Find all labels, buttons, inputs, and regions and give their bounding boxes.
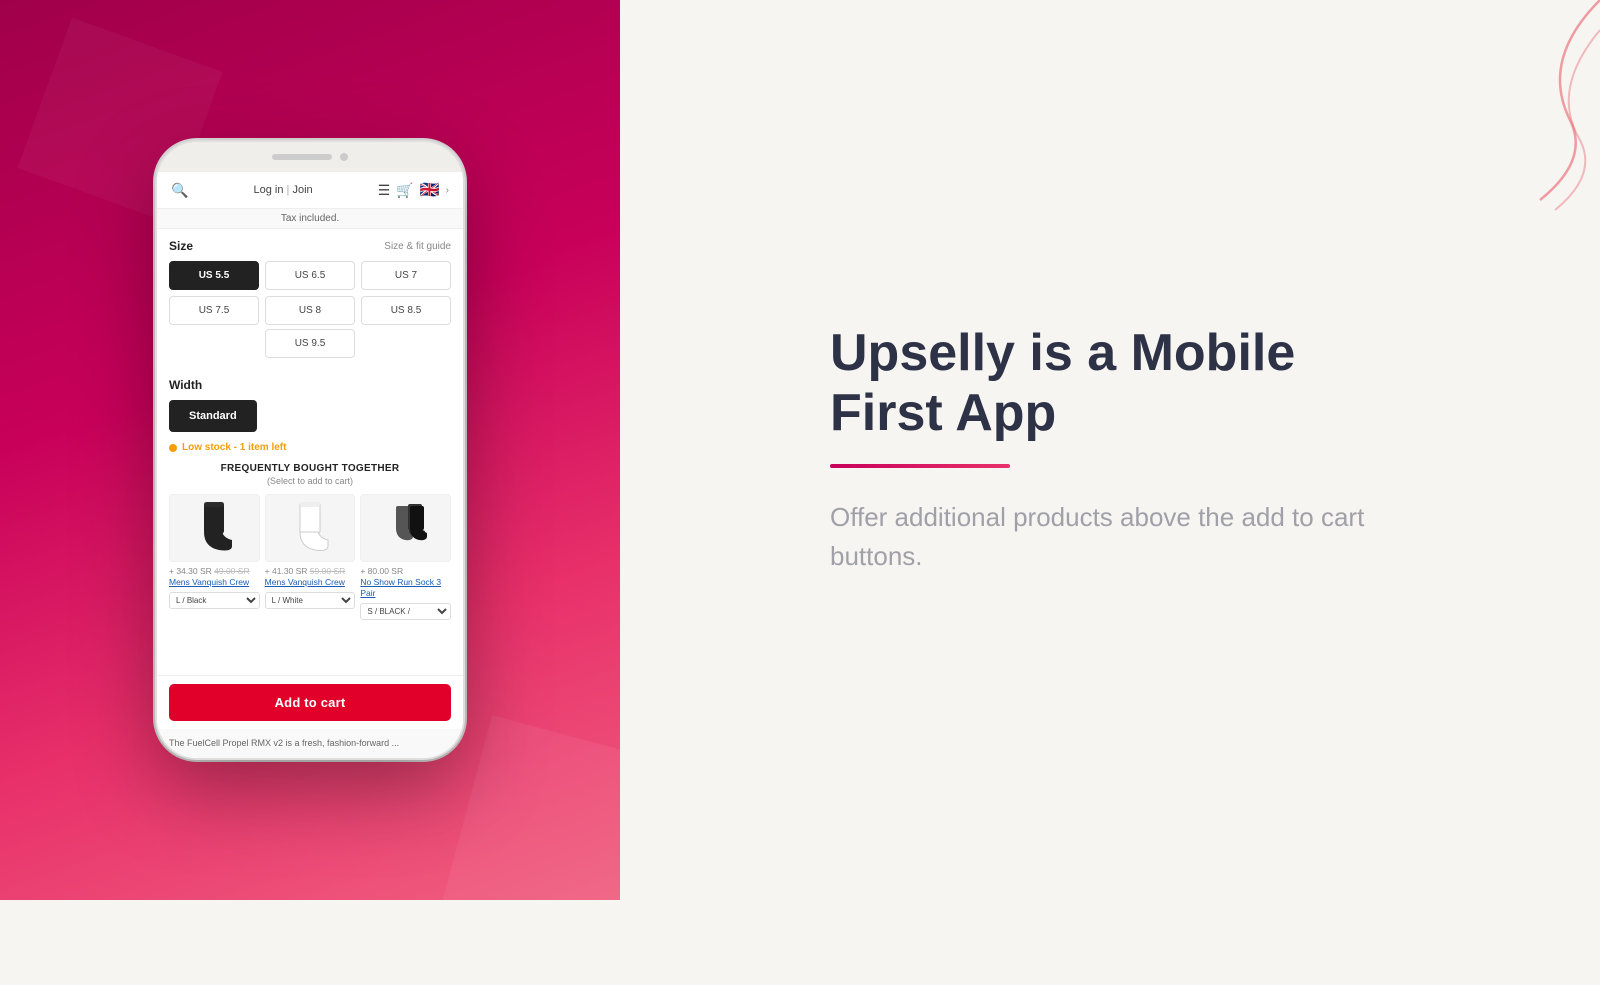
chevron-right-icon: › [446, 185, 449, 196]
size-grid-extra: US 9.5 [169, 329, 451, 358]
low-stock-dot [169, 444, 177, 452]
low-stock-indicator: Low stock - 1 item left [169, 442, 451, 453]
description-footer: The FuelCell Propel RMX v2 is a fresh, f… [157, 729, 463, 758]
fbt-product-1[interactable]: + 34.30 SR 49.00 SR Mens Vanquish Crew L… [169, 494, 260, 620]
fbt-product-3-variant[interactable]: S / BLACK / [360, 603, 451, 620]
fbt-product-2-price: + 41.30 SR 59.00 SR [265, 566, 356, 576]
fbt-product-1-image [169, 494, 260, 562]
size-btn-7-5[interactable]: US 7.5 [169, 296, 259, 325]
size-btn-8[interactable]: US 8 [265, 296, 355, 325]
size-fit-guide[interactable]: Size & fit guide [384, 241, 451, 252]
fbt-product-2-variant[interactable]: L / White [265, 592, 356, 609]
fbt-product-3-image [360, 494, 451, 562]
heading-divider [830, 464, 1010, 468]
size-btn-6-5[interactable]: US 6.5 [265, 261, 355, 290]
decor-curves [1340, 0, 1600, 220]
fbt-products: + 34.30 SR 49.00 SR Mens Vanquish Crew L… [169, 494, 451, 620]
join-link[interactable]: Join [292, 184, 312, 196]
black-sock-svg [194, 502, 234, 554]
phone-top-bar [157, 142, 463, 172]
size-btn-8-5[interactable]: US 8.5 [361, 296, 451, 325]
fbt-product-2-name[interactable]: Mens Vanquish Crew [265, 577, 356, 588]
size-title: Size [169, 239, 193, 253]
size-btn-5-5[interactable]: US 5.5 [169, 261, 259, 290]
width-standard-btn[interactable]: Standard [169, 400, 257, 432]
heading-line2: First App [830, 384, 1056, 442]
search-icon[interactable]: 🔍 [171, 182, 188, 199]
nav-right: ☰ 🛒 🇬🇧 › [378, 180, 449, 200]
menu-icon[interactable]: ☰ [378, 182, 391, 199]
cart-icon[interactable]: 🛒 [396, 182, 413, 199]
product-description: The FuelCell Propel RMX v2 is a fresh, f… [169, 737, 451, 750]
login-link[interactable]: Log in [254, 184, 284, 196]
add-to-cart-button[interactable]: Add to cart [169, 684, 451, 721]
size-grid: US 5.5 US 6.5 US 7 US 7.5 US 8 US 8.5 [169, 261, 451, 325]
fbt-product-3[interactable]: + 80.00 SR No Show Run Sock 3 Pair S / B… [360, 494, 451, 620]
fbt-product-2[interactable]: + 41.30 SR 59.00 SR Mens Vanquish Crew L… [265, 494, 356, 620]
size-btn-9-5[interactable]: US 9.5 [265, 329, 355, 358]
fbt-product-1-variant[interactable]: L / Black [169, 592, 260, 609]
main-heading: Upselly is a Mobile First App [830, 324, 1390, 444]
white-sock-svg [290, 502, 330, 554]
fbt-product-2-image [265, 494, 356, 562]
tax-label: Tax included. [281, 213, 339, 224]
add-to-cart-bar: Add to cart [157, 675, 463, 729]
width-section: Width Standard [169, 368, 451, 432]
right-description: Offer additional products above the add … [830, 498, 1390, 576]
left-panel: 🔍 Log in | Join ☰ 🛒 🇬🇧 › [0, 0, 620, 900]
phone-frame: 🔍 Log in | Join ☰ 🛒 🇬🇧 › [155, 140, 465, 760]
phone-screen: 🔍 Log in | Join ☰ 🛒 🇬🇧 › [157, 172, 463, 758]
phone-nav: 🔍 Log in | Join ☰ 🛒 🇬🇧 › [157, 172, 463, 209]
tax-bar: Tax included. [157, 209, 463, 229]
phone-mockup: 🔍 Log in | Join ☰ 🛒 🇬🇧 › [155, 140, 465, 760]
right-panel: Upselly is a Mobile First App Offer addi… [620, 0, 1600, 900]
nav-center: Log in | Join [254, 184, 313, 196]
heading-line1: Upselly is a Mobile [830, 324, 1295, 382]
phone-content[interactable]: Size Size & fit guide US 5.5 US 6.5 US 7… [157, 229, 463, 675]
fbt-section: FREQUENTLY BOUGHT TOGETHER (Select to ad… [169, 463, 451, 620]
fbt-product-3-price: + 80.00 SR [360, 566, 451, 576]
low-stock-text: Low stock - 1 item left [182, 442, 286, 453]
size-section-header: Size Size & fit guide [169, 229, 451, 261]
fbt-product-1-name[interactable]: Mens Vanquish Crew [169, 577, 260, 588]
multi-sock-svg [378, 502, 433, 554]
phone-speaker [272, 154, 332, 160]
flag-icon[interactable]: 🇬🇧 [420, 180, 440, 200]
width-section-header: Width [169, 368, 451, 400]
nav-left: 🔍 [171, 182, 188, 199]
right-content: Upselly is a Mobile First App Offer addi… [830, 324, 1390, 576]
fbt-product-1-price: + 34.30 SR 49.00 SR [169, 566, 260, 576]
width-title: Width [169, 378, 202, 392]
fbt-title: FREQUENTLY BOUGHT TOGETHER [169, 463, 451, 474]
fbt-subtitle: (Select to add to cart) [169, 476, 451, 486]
size-btn-7[interactable]: US 7 [361, 261, 451, 290]
phone-camera [340, 153, 348, 161]
fbt-product-3-name[interactable]: No Show Run Sock 3 Pair [360, 577, 451, 599]
